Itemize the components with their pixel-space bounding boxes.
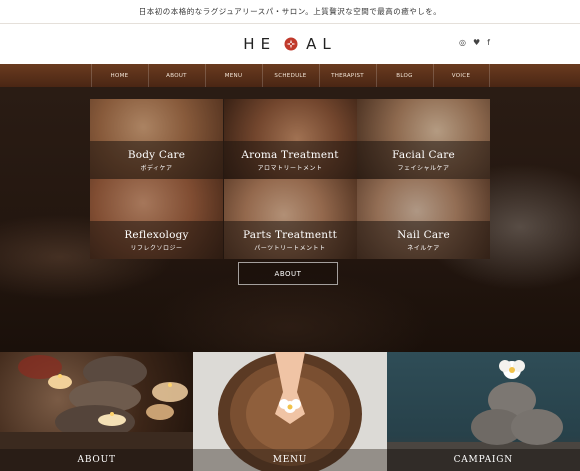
service-title: Aroma Treatment <box>241 148 339 161</box>
service-title: Reflexology <box>124 228 189 241</box>
service-grid: Body Care ボディケア Aroma Treatment アロマトリートメ… <box>90 99 490 259</box>
social-links: ◎ ♥ f <box>459 38 490 47</box>
service-tile-aroma-treatment[interactable]: Aroma Treatment アロマトリートメント <box>223 99 357 179</box>
service-subtitle: アロマトリートメント <box>257 164 323 172</box>
service-tile-reflexology[interactable]: Reflexology リフレクソロジー <box>90 179 223 259</box>
nav-item-schedule[interactable]: SCHEDULE <box>261 64 319 87</box>
tile-caption: Facial Care フェイシャルケア <box>357 141 490 179</box>
nav-item-blog[interactable]: BLOG <box>375 64 433 87</box>
service-tile-body-care[interactable]: Body Care ボディケア <box>90 99 223 179</box>
service-title: Parts Treatmentt <box>242 228 338 241</box>
about-button[interactable]: ABOUT <box>238 262 338 285</box>
service-subtitle: パーツトリートメントト <box>254 244 326 252</box>
panel-label: CAMPAIGN <box>386 449 580 471</box>
service-title: Facial Care <box>392 148 455 161</box>
panel-menu[interactable]: MENU <box>193 352 387 471</box>
twitter-icon[interactable]: ♥ <box>473 38 480 47</box>
tile-caption: Nail Care ネイルケア <box>357 221 490 259</box>
tagline-bar: 日本初の本格的なラグジュアリースパ・サロン。上質贅沢な空間で最高の癒やしを。 <box>0 0 580 24</box>
instagram-icon[interactable]: ◎ <box>459 38 466 47</box>
service-title: Body Care <box>127 148 186 161</box>
tile-caption: Aroma Treatment アロマトリートメント <box>223 141 357 179</box>
nav-item-therapist[interactable]: THERAPIST <box>318 64 376 87</box>
tagline: 日本初の本格的なラグジュアリースパ・サロン。上質贅沢な空間で最高の癒やしを。 <box>138 7 442 16</box>
service-subtitle: リフレクソロジー <box>130 244 183 252</box>
nav-item-about[interactable]: ABOUT <box>147 64 205 87</box>
service-tile-facial-care[interactable]: Facial Care フェイシャルケア <box>357 99 490 179</box>
panel-label: ABOUT <box>0 449 194 471</box>
logo-text-right: AL <box>306 35 337 53</box>
bottom-panels: ABOUT MENU CAMPAIGN <box>0 352 580 471</box>
service-tile-nail-care[interactable]: Nail Care ネイルケア <box>357 179 490 259</box>
tile-caption: Body Care ボディケア <box>90 141 223 179</box>
site-logo[interactable]: HE AL <box>243 35 336 53</box>
panel-label: MENU <box>193 449 387 471</box>
tile-caption: Parts Treatmentt パーツトリートメントト <box>223 221 357 259</box>
nav-item-menu[interactable]: MENU <box>204 64 262 87</box>
panel-about[interactable]: ABOUT <box>0 352 194 471</box>
service-subtitle: フェイシャルケア <box>397 164 450 172</box>
site-header: HE AL ◎ ♥ f <box>0 24 580 64</box>
nav-item-home[interactable]: HOME <box>90 64 148 87</box>
tile-caption: Reflexology リフレクソロジー <box>90 221 223 259</box>
service-tile-parts-treatment[interactable]: Parts Treatmentt パーツトリートメントト <box>223 179 357 259</box>
facebook-icon[interactable]: f <box>487 38 490 47</box>
main-nav: HOME ABOUT MENU SCHEDULE THERAPIST BLOG … <box>0 64 580 87</box>
service-title: Nail Care <box>397 228 450 241</box>
nav-item-voice[interactable]: VOICE <box>432 64 490 87</box>
logo-text-left: HE <box>243 35 277 53</box>
service-subtitle: ボディケア <box>140 164 173 172</box>
panel-campaign[interactable]: CAMPAIGN <box>386 352 580 471</box>
service-subtitle: ネイルケア <box>407 244 440 252</box>
lotus-mark-icon <box>284 37 298 51</box>
